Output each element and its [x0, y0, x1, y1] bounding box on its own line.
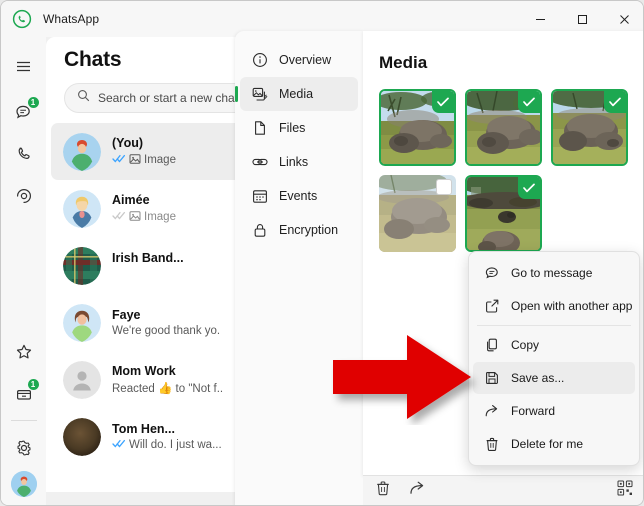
menu-item-go-to-message[interactable]: Go to message — [473, 257, 635, 289]
tab-encryption[interactable]: Encryption — [240, 213, 358, 247]
chats-unread-badge: 1 — [26, 96, 40, 109]
read-receipt-icon — [112, 154, 126, 166]
rail-divider — [10, 420, 37, 421]
menu-item-delete-for-me[interactable]: Delete for me — [473, 428, 635, 460]
save-disk-icon — [483, 370, 500, 387]
selection-checkbox[interactable] — [432, 91, 454, 113]
search-placeholder: Search or start a new chat — [98, 91, 239, 105]
menu-item-label: Save as... — [511, 371, 565, 385]
chat-name: Faye — [112, 308, 141, 322]
chat-name: Tom Hen... — [112, 422, 175, 436]
media-thumbnail[interactable] — [379, 89, 456, 166]
menu-item-copy[interactable]: Copy — [473, 329, 635, 361]
chat-preview: Image — [144, 211, 176, 223]
info-circle-icon — [251, 52, 268, 69]
tab-label: Events — [279, 189, 318, 203]
media-context-menu: Go to message Open with another app Copy — [468, 251, 640, 466]
chat-bubble-icon — [483, 265, 500, 282]
archived-unread-badge: 1 — [26, 378, 40, 391]
avatar — [63, 132, 101, 171]
menu-item-forward[interactable]: Forward — [473, 395, 635, 427]
chat-preview: We're good thank yo. — [112, 325, 221, 337]
menu-item-open-with-another-app[interactable]: Open with another app — [473, 290, 635, 322]
chat-preview: Will do. I just wa... — [129, 439, 222, 451]
trash-icon — [483, 436, 500, 453]
sidebar-item-calls[interactable] — [7, 137, 41, 171]
link-chain-icon — [251, 154, 268, 171]
menu-item-label: Open with another app — [511, 299, 633, 313]
media-photos-icon — [251, 86, 268, 103]
sidebar-item-status[interactable] — [7, 179, 41, 213]
avatar — [63, 189, 101, 228]
tab-events[interactable]: Events — [240, 179, 358, 213]
tab-links[interactable]: Links — [240, 145, 358, 179]
media-panel-title: Media — [379, 53, 428, 72]
menu-item-label: Copy — [511, 338, 540, 352]
sidebar-item-settings[interactable] — [7, 431, 41, 465]
media-thumbnail[interactable] — [551, 89, 628, 166]
menu-item-label: Forward — [511, 404, 556, 418]
image-icon — [129, 210, 141, 225]
sidebar-item-starred[interactable] — [7, 335, 41, 369]
avatar — [63, 417, 101, 456]
forward-arrow-icon[interactable] — [409, 480, 427, 501]
sidebar-item-archived[interactable]: 1 — [7, 377, 41, 411]
media-thumbnail[interactable] — [465, 89, 542, 166]
media-action-toolbar — [363, 475, 643, 505]
hamburger-menu-icon[interactable] — [7, 49, 41, 83]
selection-checkbox[interactable] — [518, 91, 540, 113]
chat-name: Mom Work — [112, 364, 176, 378]
menu-item-label: Go to message — [511, 266, 593, 280]
trash-icon[interactable] — [375, 480, 391, 501]
media-thumbnail[interactable] — [379, 175, 456, 252]
avatar — [63, 303, 101, 342]
forward-arrow-icon — [483, 403, 500, 420]
read-receipt-icon — [112, 211, 126, 223]
whatsapp-window: WhatsApp 1 1 Chats Search or start a new… — [0, 0, 644, 506]
search-icon — [77, 89, 90, 107]
image-icon — [129, 153, 141, 168]
chat-name: (You) — [112, 135, 144, 150]
open-external-icon — [483, 298, 500, 315]
calendar-icon — [251, 188, 268, 205]
sidebar-item-chats[interactable]: 1 — [7, 95, 41, 129]
menu-separator — [477, 325, 631, 326]
menu-item-save-as[interactable]: Save as... — [473, 362, 635, 394]
tab-label: Links — [279, 155, 309, 169]
menu-item-label: Delete for me — [511, 437, 584, 451]
left-navigation-rail: 1 1 — [1, 37, 46, 505]
chat-name: Aimée — [112, 192, 150, 207]
whatsapp-icon — [12, 9, 32, 29]
chat-name: Irish Band... — [112, 251, 184, 265]
selection-checkbox[interactable] — [518, 177, 540, 199]
avatar — [63, 360, 101, 399]
selection-checkbox[interactable] — [436, 179, 452, 195]
file-document-icon — [251, 120, 268, 137]
chat-preview: Image — [144, 154, 176, 166]
tab-label: Media — [279, 87, 314, 101]
avatar — [63, 246, 101, 285]
tab-label: Encryption — [279, 223, 339, 237]
tab-overview[interactable]: Overview — [240, 43, 358, 77]
app-title: WhatsApp — [43, 12, 100, 26]
tab-files[interactable]: Files — [240, 111, 358, 145]
page-title: Chats — [64, 48, 122, 71]
tab-label: Files — [279, 121, 306, 135]
selection-checkbox[interactable] — [604, 91, 626, 113]
tab-label: Overview — [279, 53, 332, 67]
profile-avatar[interactable] — [10, 471, 37, 497]
tab-media[interactable]: Media — [235, 77, 358, 111]
chat-preview: Reacted 👍 to "Not f.. — [112, 383, 224, 395]
qr-code-icon[interactable] — [617, 480, 633, 501]
contact-info-nav: Overview Media Files Links Events Encryp… — [235, 31, 363, 505]
copy-icon — [483, 337, 500, 354]
media-grid — [379, 89, 629, 252]
read-receipt-icon — [112, 439, 126, 451]
lock-icon — [251, 222, 268, 239]
media-thumbnail[interactable] — [465, 175, 542, 252]
